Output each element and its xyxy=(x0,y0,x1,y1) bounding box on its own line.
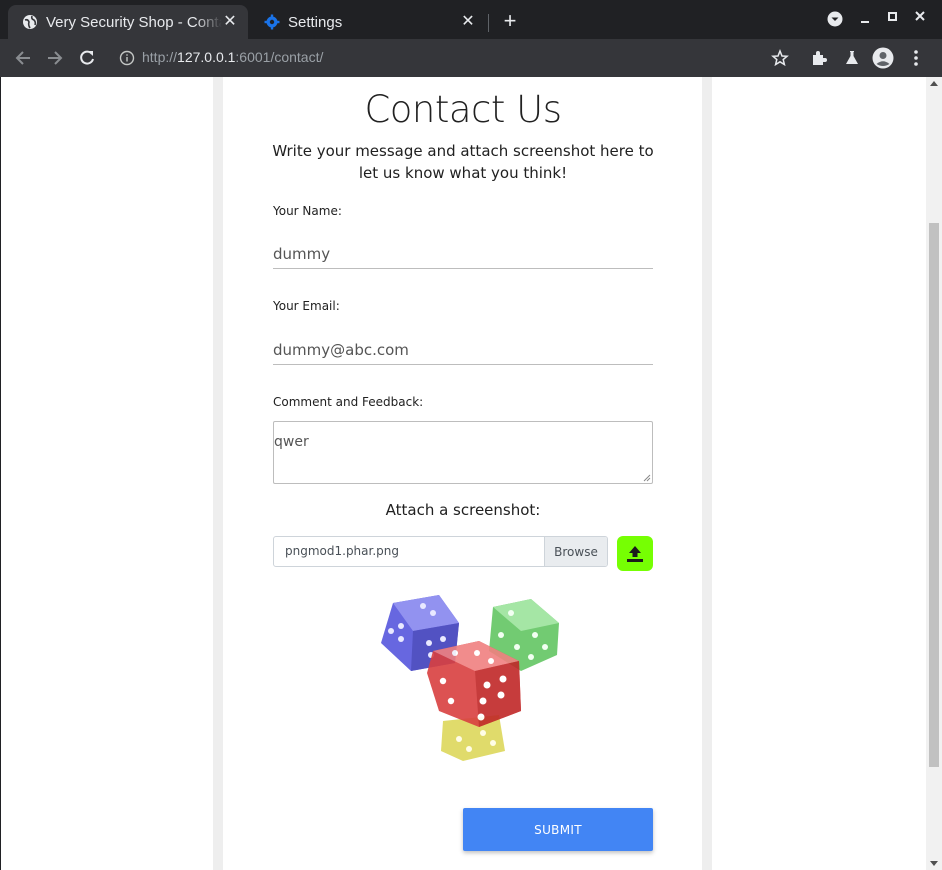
page-title: Contact Us xyxy=(364,88,562,131)
page-subtitle: Write your message and attach screenshot… xyxy=(272,142,654,182)
container-gutter-left xyxy=(213,77,223,870)
comment-textarea[interactable]: qwer xyxy=(273,421,653,484)
forward-icon[interactable] xyxy=(44,47,66,69)
bookmark-star-icon[interactable] xyxy=(769,47,791,69)
email-label: Your Email: xyxy=(273,299,340,313)
email-input[interactable] xyxy=(273,335,653,365)
tab-strip: Very Security Shop - Contact ✕ Settings … xyxy=(0,0,942,39)
name-label: Your Name: xyxy=(273,204,342,218)
url-path: :6001/contact/ xyxy=(235,49,324,65)
dice-image xyxy=(381,595,559,761)
url-host: 127.0.0.1 xyxy=(177,49,236,65)
maximize-icon[interactable] xyxy=(886,9,900,29)
extensions-puzzle-icon[interactable] xyxy=(808,47,830,69)
page-viewport: Contact Us Write your message and attach… xyxy=(0,77,942,870)
tab-separator xyxy=(488,14,489,32)
profile-avatar-icon[interactable] xyxy=(872,47,894,69)
file-input[interactable]: pngmod1.phar.png Browse xyxy=(273,536,608,567)
close-window-icon[interactable] xyxy=(913,9,927,29)
submit-button[interactable]: SUBMIT xyxy=(463,808,653,851)
globe-icon xyxy=(22,14,38,30)
tab-search-icon[interactable] xyxy=(826,10,844,30)
address-bar[interactable]: http://127.0.0.1:6001/contact/ xyxy=(142,49,323,65)
back-icon[interactable] xyxy=(12,47,34,69)
vertical-scrollbar[interactable] xyxy=(926,77,942,870)
tab-settings[interactable]: Settings ✕ xyxy=(250,5,486,39)
comment-label: Comment and Feedback: xyxy=(273,395,424,409)
selected-file-name: pngmod1.phar.png xyxy=(285,544,399,558)
info-icon[interactable] xyxy=(116,47,138,69)
name-input[interactable] xyxy=(273,239,653,269)
upload-button[interactable] xyxy=(617,536,653,571)
scrollbar-thumb[interactable] xyxy=(929,223,939,767)
scroll-up-arrow-icon[interactable] xyxy=(930,81,938,86)
scroll-down-arrow-icon[interactable] xyxy=(930,861,938,866)
new-tab-icon[interactable]: + xyxy=(498,10,522,34)
tab-title: Very Security Shop - Contact xyxy=(46,13,222,31)
close-tab-icon[interactable]: ✕ xyxy=(222,14,238,30)
menu-kebab-icon[interactable] xyxy=(905,47,927,69)
browser-toolbar: http://127.0.0.1:6001/contact/ xyxy=(0,39,942,77)
attach-label: Attach a screenshot: xyxy=(385,501,541,519)
tab-contact[interactable]: Very Security Shop - Contact ✕ xyxy=(8,5,248,39)
url-scheme: http:// xyxy=(142,49,178,65)
flask-icon[interactable] xyxy=(841,47,863,69)
tab-title: Settings xyxy=(288,13,343,31)
comment-text: qwer xyxy=(274,434,309,450)
container-gutter-right xyxy=(702,77,712,870)
browse-button[interactable]: Browse xyxy=(544,537,607,566)
upload-icon xyxy=(627,545,643,562)
close-tab-icon[interactable]: ✕ xyxy=(460,14,476,30)
reload-icon[interactable] xyxy=(76,47,98,69)
minimize-icon[interactable] xyxy=(858,9,872,29)
gear-icon xyxy=(264,14,280,30)
resize-grip-icon[interactable] xyxy=(643,474,651,482)
